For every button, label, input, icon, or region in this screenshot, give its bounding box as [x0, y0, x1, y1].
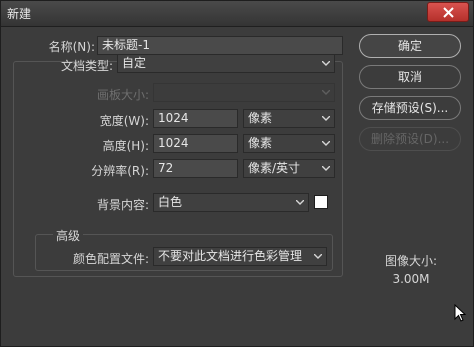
chevron-down-icon [322, 166, 330, 171]
width-label: 宽度(W): [99, 114, 149, 128]
doc-type-label: 文档类型: [60, 59, 113, 73]
width-input[interactable]: 1024 [153, 109, 238, 128]
chevron-down-icon [322, 61, 330, 66]
image-size-label: 图像大小: [384, 254, 438, 268]
chevron-down-icon [314, 254, 322, 259]
background-color-swatch[interactable] [314, 195, 328, 209]
artboard-size-select [153, 83, 335, 102]
height-label: 高度(H): [102, 139, 149, 153]
background-value: 白色 [158, 195, 183, 209]
doc-type-value: 自定 [122, 56, 147, 70]
name-input[interactable]: 未标题-1 [97, 36, 343, 55]
delete-preset-button: 删除预设(D)... [359, 127, 461, 151]
cancel-button[interactable]: 取消 [359, 65, 461, 89]
close-icon [443, 7, 454, 18]
ok-button[interactable]: 确定 [359, 34, 461, 58]
resolution-unit-value: 像素/英寸 [248, 161, 301, 175]
resolution-unit-select[interactable]: 像素/英寸 [243, 159, 335, 178]
doc-type-select[interactable]: 自定 [117, 54, 335, 73]
color-profile-select[interactable]: 不要对此文档进行色彩管理 [153, 247, 327, 266]
name-label: 名称(N): [48, 40, 95, 54]
mouse-cursor-icon [454, 304, 466, 322]
resolution-input[interactable]: 72 [153, 159, 238, 178]
advanced-title: 高级 [53, 227, 84, 244]
chevron-down-icon [322, 116, 330, 121]
resolution-label: 分辨率(R): [91, 164, 149, 178]
width-unit-select[interactable]: 像素 [243, 109, 335, 128]
height-unit-value: 像素 [248, 136, 273, 150]
chevron-down-icon [322, 141, 330, 146]
color-profile-value: 不要对此文档进行色彩管理 [158, 249, 303, 263]
artboard-size-label: 画板大小: [96, 88, 149, 102]
color-profile-label: 颜色配置文件: [72, 252, 149, 266]
background-label: 背景内容: [96, 198, 149, 212]
save-preset-button[interactable]: 存储预设(S)... [359, 96, 461, 120]
image-size-value: 3.00M [392, 272, 430, 286]
background-select[interactable]: 白色 [153, 193, 309, 212]
close-button[interactable] [427, 2, 469, 22]
new-document-dialog: 新建 名称(N): 未标题-1 文档类型: 自定 画板大小: 宽度(W): 10… [0, 0, 474, 347]
dialog-title: 新建 [7, 7, 32, 21]
chevron-down-icon [296, 200, 304, 205]
chevron-down-icon [322, 90, 330, 95]
width-unit-value: 像素 [248, 111, 273, 125]
height-unit-select[interactable]: 像素 [243, 134, 335, 153]
title-bar[interactable]: 新建 [1, 1, 473, 27]
height-input[interactable]: 1024 [153, 134, 238, 153]
